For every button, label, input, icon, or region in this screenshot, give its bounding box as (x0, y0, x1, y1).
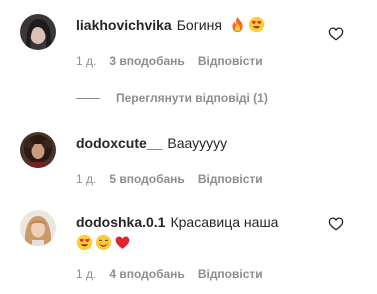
comment-text: dodoxcute__ Вааууууу (76, 134, 227, 152)
comment-time[interactable]: 1 д. (76, 54, 96, 68)
comment-likes-count[interactable]: 5 вподобань (109, 172, 184, 186)
avatar-image (20, 210, 56, 246)
avatar[interactable] (20, 14, 56, 50)
view-replies-button[interactable]: Переглянути відповіді (1) (76, 91, 268, 105)
fire-emoji (229, 16, 246, 33)
heart-outline-icon (328, 217, 344, 231)
comment-item: dodoshka.0.1 Красавица наша 1 д. 4 вподоба… (0, 200, 377, 294)
comment-body: Красавица наша (170, 214, 279, 230)
comment-username[interactable]: dodoshka.0.1 (76, 214, 165, 230)
comment-emoji-line (76, 234, 133, 252)
avatar[interactable] (20, 210, 56, 246)
avatar-image (20, 132, 56, 168)
divider-line (76, 98, 100, 100)
comment-username[interactable]: liakhovichvika (76, 17, 172, 33)
reply-button[interactable]: Відповісти (198, 267, 263, 281)
comment-text: dodoshka.0.1 Красавица наша (76, 213, 278, 231)
comment-body: Вааууууу (167, 135, 228, 151)
smiling-emoji (95, 234, 112, 251)
reply-button[interactable]: Відповісти (198, 54, 263, 68)
red-heart-emoji (114, 234, 131, 251)
avatar-image (20, 14, 56, 50)
heart-eyes-emoji (248, 16, 265, 33)
comment-item: liakhovichvika Богиня 1 д. 3 вподобань Відп… (0, 0, 377, 80)
comment-time[interactable]: 1 д. (76, 172, 96, 186)
comment-body: Богиня (176, 17, 222, 33)
like-button[interactable] (328, 26, 344, 42)
comment-meta: 1 д. 3 вподобань Відповісти (76, 54, 276, 68)
comment-item: dodoxcute__ Вааууууу 1 д. 5 вподобань Відпо… (0, 120, 377, 200)
avatar[interactable] (20, 132, 56, 168)
view-replies-label: Переглянути відповіді (1) (116, 91, 268, 105)
comment-username[interactable]: dodoxcute__ (76, 135, 162, 151)
comment-likes-count[interactable]: 3 вподобань (109, 54, 184, 68)
heart-outline-icon (328, 27, 344, 41)
comment-meta: 1 д. 5 вподобань Відповісти (76, 172, 276, 186)
comment-text: liakhovichvika Богиня (76, 16, 267, 34)
like-button[interactable] (328, 216, 344, 232)
reply-button[interactable]: Відповісти (198, 172, 263, 186)
heart-eyes-emoji (76, 234, 93, 251)
comment-meta: 1 д. 4 вподобань Відповісти (76, 267, 276, 281)
comment-time[interactable]: 1 д. (76, 267, 96, 281)
comment-likes-count[interactable]: 4 вподобань (109, 267, 184, 281)
